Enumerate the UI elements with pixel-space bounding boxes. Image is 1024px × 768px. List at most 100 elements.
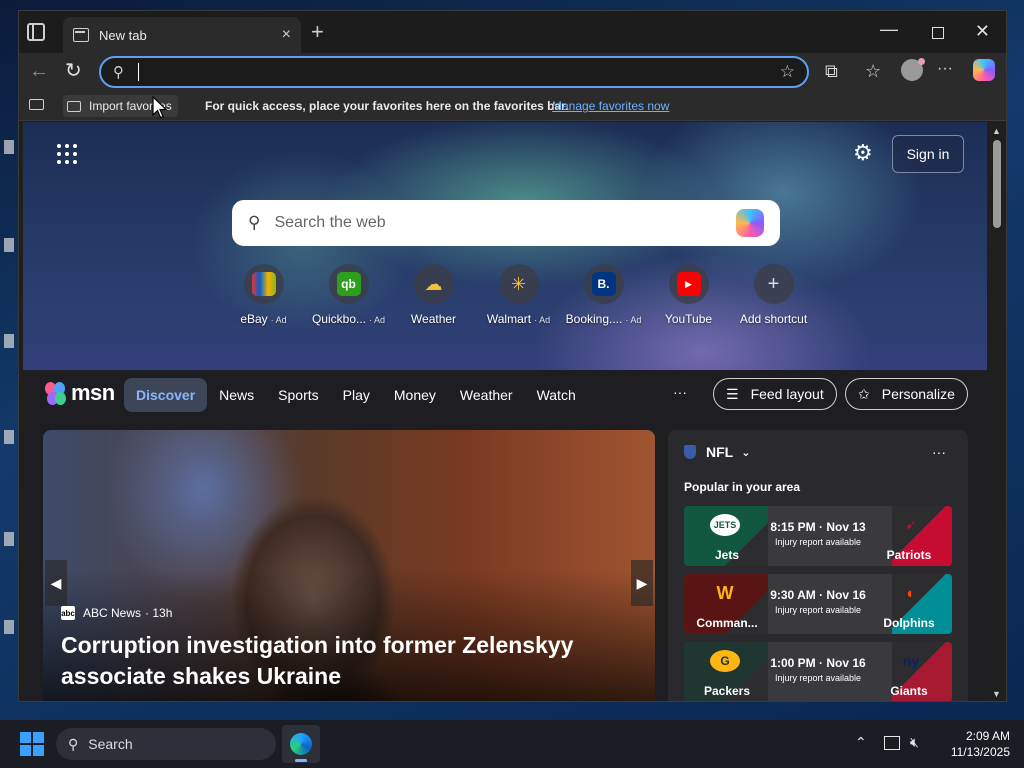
network-icon[interactable] [884,736,900,750]
nfl-card: NFL ⌄ ··· Popular in your area JETS ➹ Je… [668,430,968,701]
taskbar-search[interactable]: ⚲ Search [56,728,276,760]
sign-in-button[interactable]: Sign in [892,135,964,173]
settings-more-icon[interactable]: ··· [937,59,953,79]
hero-news-card[interactable]: ◀ ▶ abc ABC News · 13h Corruption invest… [43,430,655,701]
msn-logo[interactable]: msn [45,380,115,406]
tab-sports[interactable]: Sports [266,378,330,412]
navigation-toolbar: ← ↻ ⚲ ☆ ⧉ ☆ ··· [19,53,1006,91]
chevron-up-icon[interactable]: ⌃ [855,734,867,751]
close-window-button[interactable]: ✕ [975,21,990,42]
sliders-icon: ☰ [726,385,739,402]
minimize-button[interactable]: — [880,19,898,40]
tab-discover[interactable]: Discover [124,378,208,412]
feed-area: ◀ ▶ abc ABC News · 13h Corruption invest… [23,420,987,701]
new-tab-button[interactable]: + [311,21,324,43]
abc-news-logo-icon: abc [61,606,75,620]
walmart-icon: ✳ [510,273,527,294]
ad-badge: · Ad [534,315,551,325]
address-input[interactable] [138,63,780,81]
copilot-icon[interactable] [973,59,995,81]
web-search-input[interactable]: Search the web [274,214,736,232]
hero-time: · 13h [145,606,173,620]
game-row[interactable]: JETS ➹ Jets Patriots 8:15 PM · Nov 13 In… [684,506,952,566]
windows-start-icon[interactable] [20,732,44,756]
shortcut-label: Walmart [486,312,532,326]
maximize-button[interactable] [932,27,944,39]
copilot-search-icon[interactable] [736,209,764,237]
carousel-next-button[interactable]: ▶ [631,560,653,606]
msn-more-icon[interactable]: ··· [673,384,687,400]
add-shortcut-button[interactable]: + Add shortcut [731,264,816,326]
add-favorite-star-icon[interactable]: ☆ [780,62,795,82]
refresh-button[interactable]: ↻ [65,61,82,81]
back-button[interactable]: ← [29,61,49,81]
tab-actions-icon[interactable] [27,23,45,41]
tab-play[interactable]: Play [331,378,382,412]
nfl-header[interactable]: NFL ⌄ [684,444,750,460]
desktop-icons-strip [0,0,18,720]
game-row[interactable]: G ny Packers Giants 1:00 PM · Nov 16 Inj… [684,642,952,701]
game-time: 1:00 PM · Nov 16 [770,656,866,670]
app-launcher-icon[interactable] [57,144,77,164]
tab-watch[interactable]: Watch [525,378,588,412]
scroll-down-icon[interactable]: ▼ [992,689,1001,699]
giants-logo-icon: ny [902,653,920,669]
shortcut-label: YouTube [664,312,713,326]
feed-layout-label: Feed layout [750,386,824,402]
msn-wordmark: msn [71,380,115,405]
game-time: 9:30 AM · Nov 16 [770,588,866,602]
quickbooks-icon: qb [336,272,361,296]
volume-muted-icon[interactable]: 🔇︎ [910,734,919,751]
favorites-icon[interactable]: ☆ [865,61,881,81]
dolphins-logo-icon: ◐ [906,584,916,602]
packers-logo-icon: G [710,650,740,672]
personalize-button[interactable]: ✩ Personalize [845,378,968,410]
game-row[interactable]: W ◐ Comman... Dolphins 9:30 AM · Nov 16 … [684,574,952,634]
shortcut-label: Quickbo... [311,312,366,326]
shortcut-youtube[interactable]: ▶ YouTube [646,264,731,326]
shortcut-walmart[interactable]: ✳ Walmart · Ad [476,264,561,326]
tab-money[interactable]: Money [382,378,448,412]
clock-time: 2:09 AM [965,729,1010,743]
away-team: Patriots [886,548,932,562]
edge-taskbar-button[interactable] [282,725,320,763]
title-bar: New tab × + — ✕ [19,11,1006,53]
shortcut-quickbooks[interactable]: qb Quickbo... · Ad [306,264,391,326]
sparkle-star-icon: ✩ [858,385,870,402]
ad-badge: · Ad [270,315,287,325]
new-tab-page: ⚙ Sign in ⚲ Search the web eBay · Ad qb Q… [23,122,987,701]
shortcut-label: Weather [410,312,457,326]
tab-new-tab[interactable]: New tab × [63,17,301,53]
extensions-icon[interactable]: ⧉ [825,61,838,81]
clock[interactable]: 2:09 AM 11/13/2025 [940,728,1010,760]
web-search-box[interactable]: ⚲ Search the web [232,200,780,246]
scroll-up-icon[interactable]: ▲ [992,126,1001,136]
tab-close-icon[interactable]: × [282,26,291,44]
injury-note: Injury report available [774,673,862,683]
manage-favorites-link[interactable]: Manage favorites now [552,99,669,113]
mouse-cursor-icon [152,96,168,119]
page-scrollbar[interactable]: ▲ ▼ [987,122,1006,701]
nfl-subtitle: Popular in your area [684,480,801,494]
ad-badge: · Ad [625,315,642,325]
tab-weather[interactable]: Weather [448,378,525,412]
scroll-thumb[interactable] [993,140,1001,228]
away-team: Dolphins [883,616,935,630]
address-bar[interactable]: ⚲ ☆ [99,56,809,88]
page-settings-gear-icon[interactable]: ⚙ [853,142,873,164]
nfl-more-icon[interactable]: ··· [932,444,946,460]
nfl-title: NFL [706,444,734,460]
carousel-prev-button[interactable]: ◀ [45,560,67,606]
profile-avatar[interactable] [901,58,925,81]
youtube-icon: ▶ [676,272,701,296]
tab-news[interactable]: News [207,378,266,412]
hero-source-name: ABC News [83,606,142,620]
booking-icon: B. [591,272,616,296]
shortcut-weather[interactable]: ☁ Weather [391,264,476,326]
feed-layout-button[interactable]: ☰ Feed layout [713,378,837,410]
hero-headline[interactable]: Corruption investigation into former Zel… [61,630,621,692]
shortcut-ebay[interactable]: eBay · Ad [221,264,306,326]
shortcut-booking[interactable]: B. Booking.... · Ad [561,264,646,326]
weather-icon: ☁ [424,273,443,294]
nfl-shield-icon [684,445,696,459]
